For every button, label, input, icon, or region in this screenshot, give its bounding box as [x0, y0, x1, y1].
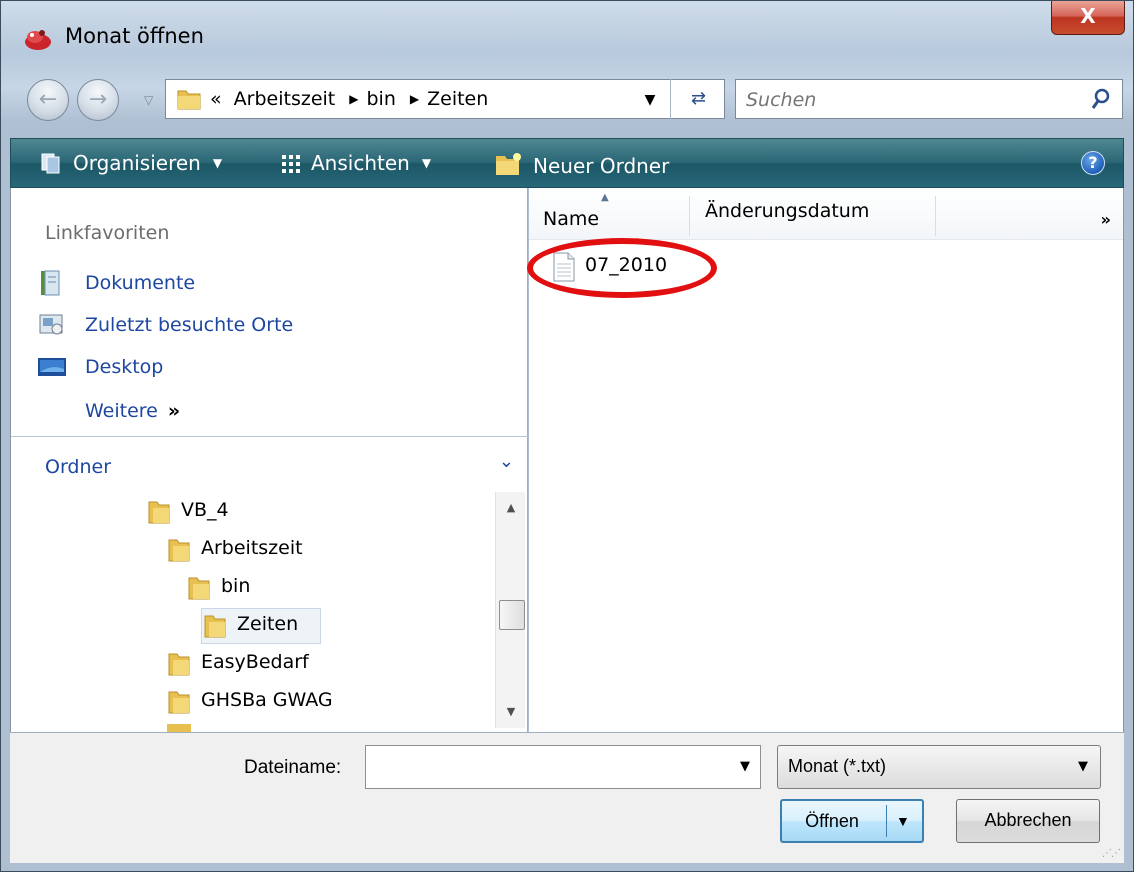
- folder-icon: [168, 653, 190, 676]
- breadcrumb-separator-icon[interactable]: ▶: [349, 92, 358, 106]
- folder-tree-scrollbar[interactable]: ▲ ▼: [495, 492, 525, 728]
- breadcrumb-bin[interactable]: bin: [366, 88, 395, 110]
- title-bar: Monat öffnen X: [1, 1, 1133, 71]
- back-arrow-icon: ←: [38, 87, 58, 112]
- sort-ascending-icon: ▲: [601, 192, 609, 203]
- folder-icon: [148, 501, 170, 524]
- scrollbar-thumb[interactable]: [499, 600, 525, 630]
- organize-menu[interactable]: Organisieren ▼: [41, 151, 222, 175]
- breadcrumb-overflow[interactable]: «: [210, 88, 222, 110]
- forward-button[interactable]: →: [77, 79, 119, 121]
- navigation-pane: Linkfavoriten Dokumente Zuletzt besuchte…: [10, 188, 528, 732]
- recent-places-icon: [39, 314, 63, 335]
- filetype-value: Monat (*.txt): [788, 756, 887, 776]
- breadcrumb-separator-icon[interactable]: ▶: [410, 92, 419, 106]
- help-icon[interactable]: ?: [1081, 151, 1105, 175]
- breadcrumb-arbeitszeit[interactable]: Arbeitszeit: [234, 88, 336, 110]
- desktop-icon: [38, 358, 66, 376]
- forward-arrow-icon: →: [88, 87, 108, 112]
- back-button[interactable]: ←: [27, 79, 69, 121]
- chevron-down-icon[interactable]: ▼: [740, 759, 750, 774]
- organize-label: Organisieren: [73, 151, 201, 175]
- address-bar[interactable]: « Arbeitszeit ▶ bin ▶ Zeiten ▼ ⇄: [165, 79, 725, 119]
- chevron-down-icon: ▼: [212, 156, 223, 170]
- chevron-down-icon: ▼: [421, 156, 432, 170]
- folders-label: Ordner: [45, 456, 112, 478]
- file-list-pane: ▲ Name Änderungsdatum » 07_2010: [527, 188, 1124, 732]
- open-options-dropdown-icon[interactable]: ▼: [896, 801, 910, 841]
- file-item[interactable]: 07_2010: [527, 238, 717, 298]
- chevron-down-icon[interactable]: ⌄: [499, 451, 514, 472]
- organize-icon: [41, 153, 60, 174]
- cancel-button[interactable]: Abbrechen: [956, 799, 1100, 843]
- tree-item-label: EasyBedarf: [201, 651, 309, 673]
- views-grid-icon: [282, 155, 300, 173]
- split-divider: [886, 805, 887, 837]
- folder-icon: [168, 691, 190, 714]
- address-dropdown-icon[interactable]: ▼: [639, 88, 661, 112]
- command-toolbar: Organisieren ▼ Ansichten ▼ Neuer Ordner ?: [10, 138, 1124, 188]
- new-folder-label: Neuer Ordner: [533, 154, 670, 178]
- folder-icon: [204, 615, 226, 638]
- refresh-button[interactable]: ⇄: [670, 79, 726, 119]
- more-label: Weitere: [85, 400, 158, 422]
- scroll-down-icon[interactable]: ▼: [496, 700, 526, 724]
- views-label: Ansichten: [311, 151, 410, 175]
- favorite-desktop[interactable]: Desktop: [37, 352, 417, 386]
- favorite-label: Dokumente: [85, 272, 196, 294]
- folder-icon: [168, 539, 190, 562]
- column-divider[interactable]: [689, 196, 690, 236]
- column-header-name[interactable]: Name: [543, 208, 599, 230]
- tree-item-label: Zeiten: [237, 613, 299, 635]
- filename-combobox[interactable]: ▼: [365, 745, 761, 789]
- open-file-dialog: Monat öffnen X ← → ▽ « Arbeitszeit ▶ bin ▶ Z…: [0, 0, 1134, 872]
- tree-item-label: VB_4: [181, 499, 229, 521]
- more-favorites-link[interactable]: Weitere »: [85, 400, 180, 422]
- column-header-modified[interactable]: Änderungsdatum: [705, 200, 869, 222]
- search-icon[interactable]: [1090, 87, 1112, 111]
- double-chevron-icon: »: [167, 400, 181, 422]
- breadcrumb-zeiten[interactable]: Zeiten: [427, 88, 488, 110]
- open-button-label: Öffnen: [805, 811, 859, 831]
- search-box[interactable]: [735, 79, 1123, 119]
- favorite-documents[interactable]: Dokumente: [37, 268, 417, 302]
- folder-icon: [188, 577, 210, 600]
- text-file-icon: [553, 252, 575, 282]
- favorite-label: Zuletzt besuchte Orte: [85, 314, 294, 336]
- address-row: ← → ▽ « Arbeitszeit ▶ bin ▶ Zeiten ▼ ⇄: [1, 71, 1133, 129]
- favorite-recent-places[interactable]: Zuletzt besuchte Orte: [37, 310, 417, 344]
- close-button[interactable]: X: [1051, 1, 1125, 35]
- folder-icon: [167, 724, 191, 732]
- chevron-down-icon: ▼: [1078, 759, 1088, 774]
- app-icon: [25, 30, 51, 50]
- filetype-select[interactable]: Monat (*.txt) ▼: [777, 745, 1101, 789]
- scroll-up-icon[interactable]: ▲: [496, 496, 526, 520]
- tree-item-label: GHSBa GWAG: [201, 689, 333, 711]
- resize-grip-icon[interactable]: ⋰⋰: [1102, 848, 1121, 859]
- new-folder-button[interactable]: Neuer Ordner: [495, 151, 669, 178]
- folder-icon: [177, 90, 201, 110]
- column-headers: ▲ Name Änderungsdatum »: [529, 188, 1123, 240]
- folders-header[interactable]: Ordner ⌄: [11, 436, 528, 490]
- window-title: Monat öffnen: [65, 24, 204, 48]
- breadcrumb: « Arbeitszeit ▶ bin ▶ Zeiten: [210, 88, 494, 110]
- new-folder-icon: [496, 153, 521, 175]
- more-columns-icon[interactable]: »: [1101, 210, 1111, 229]
- favorites-header: Linkfavoriten: [45, 222, 170, 244]
- tree-item-label: bin: [221, 575, 251, 597]
- recent-pages-dropdown[interactable]: ▽: [144, 93, 153, 107]
- views-menu[interactable]: Ansichten ▼: [281, 151, 431, 175]
- filename-label: Dateiname:: [244, 757, 342, 778]
- tree-item-label: Arbeitszeit: [201, 537, 303, 559]
- open-button[interactable]: Öffnen ▼: [780, 799, 924, 843]
- documents-icon: [41, 270, 60, 296]
- close-icon: X: [1080, 4, 1096, 28]
- filename-input[interactable]: [374, 754, 714, 782]
- search-input[interactable]: [746, 87, 1066, 113]
- dialog-footer: Dateiname: ▼ Monat (*.txt) ▼ Öffnen ▼ Ab…: [10, 732, 1124, 863]
- column-divider[interactable]: [935, 196, 936, 236]
- file-name: 07_2010: [585, 254, 668, 276]
- favorite-label: Desktop: [85, 356, 164, 378]
- refresh-icon: ⇄: [690, 88, 707, 109]
